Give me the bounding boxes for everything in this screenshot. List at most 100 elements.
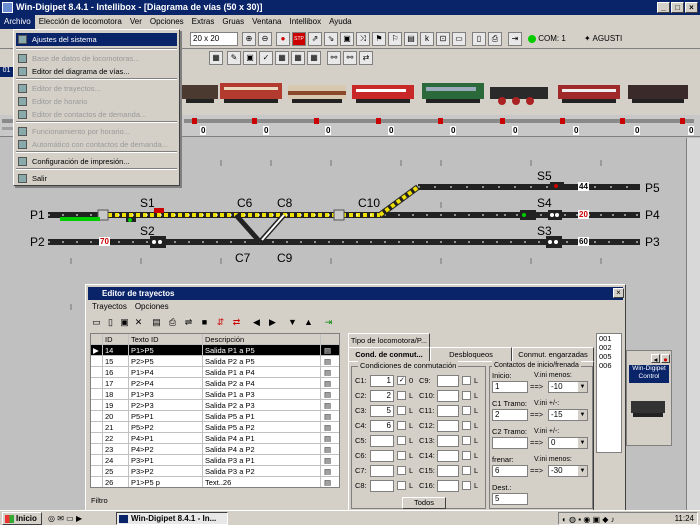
loco-icon-2[interactable]: ▤ [404,32,418,46]
menu-item-route-editor[interactable]: Editor de trayectos... [16,82,177,95]
condition-checkbox[interactable] [462,406,471,415]
arrow-right-icon[interactable]: ▶ [266,316,279,329]
delete-icon[interactable]: ✕ [132,316,145,329]
loco-images[interactable] [180,77,700,115]
taskbar-item-win-digipet[interactable]: Win-Digipet 8.4.1 - In... [116,512,228,525]
menu-item-system-settings[interactable]: Ajustes del sistema [16,33,177,46]
open-icon[interactable]: ▭ [90,316,103,329]
grid-icon-2[interactable]: ▦ [291,51,305,65]
close-button[interactable]: × [685,2,698,13]
edit-icon[interactable]: ✎ [227,51,241,65]
route-icon[interactable]: ⇗ [308,32,322,46]
column-id[interactable]: ID [103,334,129,345]
zoom-select[interactable]: 20 x 20 [190,32,238,46]
contact-input[interactable] [492,437,528,449]
vertical-scrollbar[interactable] [686,138,700,510]
table-row[interactable]: ▶ 14 P1>P5 Salida P1 a P5 ▤ [91,345,339,356]
column-description[interactable]: Descripción [203,334,321,345]
contact-input[interactable]: 1 [492,381,528,393]
table-row[interactable]: 18 P1>P3 Salida P1 a P3 ▤ [91,389,339,400]
loco-select-icon[interactable]: ▣ [243,51,257,65]
condition-checkbox[interactable] [397,421,406,430]
condition-input[interactable] [437,390,459,402]
table-row[interactable]: 22 P4>P1 Salida P4 a P1 ▤ [91,433,339,444]
zoom-out-icon[interactable]: ⊖ [258,32,272,46]
new-icon[interactable]: ▯ [104,316,117,329]
route-editor-close-button[interactable]: × [613,288,624,298]
chevron-down-icon[interactable]: ▼ [578,382,587,392]
route-id-item[interactable]: 006 [599,361,621,370]
minimize-button[interactable]: _ [657,2,670,13]
condition-checkbox[interactable] [397,391,406,400]
condition-input[interactable] [437,435,459,447]
condition-input[interactable]: 1 [370,375,394,387]
desktop-icon[interactable]: ▭ [66,514,74,523]
condition-input[interactable] [370,450,394,462]
swap-icon[interactable]: ⇄ [230,316,243,329]
folder-icon[interactable]: ▤ [150,316,163,329]
all-button[interactable]: Todos [402,497,446,509]
table-row[interactable]: 24 P3>P1 Salida P3 a P1 ▤ [91,455,339,466]
row-edit-icon[interactable]: ▤ [324,356,331,367]
grid-icon-3[interactable]: ▦ [307,51,321,65]
condition-input[interactable]: 6 [370,420,394,432]
condition-input[interactable]: 5 [370,405,394,417]
menu-item-loco-database[interactable]: Base de datos de locomotoras... [16,52,177,65]
train-icon[interactable]: ⊡ [436,32,450,46]
table-row[interactable]: 20 P5>P1 Salida P5 a P1 ▤ [91,411,339,422]
condition-input[interactable] [437,480,459,492]
menu-opciones[interactable]: Opciones [146,15,188,29]
start-button[interactable]: Inicio [2,512,42,525]
condition-checkbox[interactable] [462,436,471,445]
table-row[interactable]: 21 P5>P2 Salida P5 a P2 ▤ [91,422,339,433]
condition-checkbox[interactable] [397,466,406,475]
condition-input[interactable] [437,465,459,477]
arrow-down-icon[interactable]: ▼ [286,316,299,329]
menu-item-demand-contacts-editor[interactable]: Editor de contactos de demanda... [16,108,177,121]
row-edit-icon[interactable]: ▤ [324,455,331,466]
condition-input[interactable] [370,480,394,492]
condition-checkbox[interactable] [462,466,471,475]
table-row[interactable]: 19 P2>P3 Salida P2 a P3 ▤ [91,400,339,411]
table-row[interactable]: 23 P4>P2 Salida P4 a P2 ▤ [91,444,339,455]
menu-eleccion-locomotora[interactable]: Elección de locomotora [35,15,126,29]
contact-input[interactable]: 5 [492,493,528,505]
emergency-stop-icon[interactable]: STP [292,32,306,46]
condition-checkbox[interactable] [397,406,406,415]
row-edit-icon[interactable]: ▤ [324,367,331,378]
route-copy-icon[interactable]: ⇌ [182,316,195,329]
menu-intellibox[interactable]: Intellibox [286,15,326,29]
row-edit-icon[interactable]: ▤ [324,477,331,487]
menu-item-track-editor[interactable]: Editor del diagrama de vías... [16,65,177,78]
route-id-item[interactable]: 005 [599,352,621,361]
menu-ver[interactable]: Ver [126,15,146,29]
column-text-id[interactable]: Texto ID [129,334,203,345]
menu-ayuda[interactable]: Ayuda [325,15,356,29]
stop-icon[interactable]: ● [276,32,290,46]
save-icon[interactable]: ▣ [118,316,131,329]
link-icon[interactable]: ⚯ [327,51,341,65]
media-icon[interactable]: ▶ [76,514,82,523]
wagon-icon[interactable]: ▭ [452,32,466,46]
kmh-icon[interactable]: k [420,32,434,46]
panel-stop-button[interactable]: ● [661,354,670,364]
layout-icon[interactable]: ▦ [209,51,223,65]
block-icon[interactable]: ■ [198,316,211,329]
tab-linked-switches[interactable]: Conmut. engarzadas [512,347,594,361]
row-edit-icon[interactable]: ▤ [324,400,331,411]
row-edit-icon[interactable]: ▤ [324,433,331,444]
speed-select[interactable]: 0 ▼ [548,437,588,449]
tray-icons[interactable]: ◐ ◍ ▪ ◉ ▣ ◆ ♪ [562,514,615,525]
tab-loco-type[interactable]: Tipo de locomotora/P... [348,333,430,347]
print-icon[interactable]: ⎙ [166,316,179,329]
table-row[interactable]: 25 P3>P2 Salida P3 a P2 ▤ [91,466,339,477]
route-menu-opciones[interactable]: Opciones [131,301,173,313]
route-id-item[interactable]: 002 [599,343,621,352]
signal-toggle-icon[interactable]: ⇵ [214,316,227,329]
menu-item-schedule-editor[interactable]: Editor de horario [16,95,177,108]
contact-input[interactable]: 6 [492,465,528,477]
chevron-down-icon[interactable]: ▼ [578,438,587,448]
condition-checkbox[interactable] [462,391,471,400]
loco-icon[interactable]: ▣ [340,32,354,46]
condition-checkbox[interactable]: ✓ [397,376,406,385]
